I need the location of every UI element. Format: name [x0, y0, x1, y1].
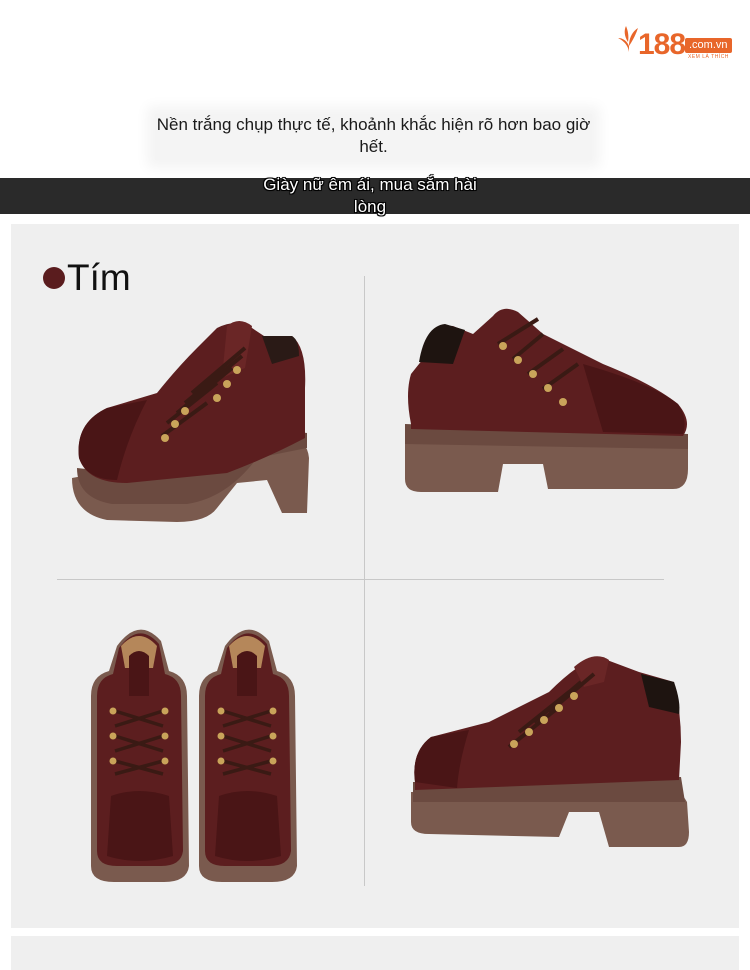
caption-photo-note: Nền trắng chụp thực tế, khoảnh khắc hiện…	[155, 114, 592, 160]
grid-divider-vertical	[364, 276, 365, 886]
color-variant-label: Tím	[43, 258, 131, 298]
next-section-strip	[11, 936, 739, 970]
product-gallery-panel: Tím	[11, 224, 739, 928]
grid-divider-horizontal	[57, 579, 664, 580]
shoe-image-front-pair[interactable]	[89, 616, 309, 886]
shoe-image-three-quarter-left[interactable]	[67, 308, 317, 538]
site-logo[interactable]: 188 .com.vn XEM LÀ THÍCH	[616, 22, 734, 70]
logo-number: 188	[638, 28, 686, 61]
shoe-image-three-quarter-right[interactable]	[409, 652, 691, 850]
caption-slogan: Giày nữ êm ái, mua sắm hài lòng	[263, 175, 477, 216]
color-name: Tím	[67, 257, 131, 298]
logo-tagline: XEM LÀ THÍCH	[688, 54, 729, 60]
shoe-image-side-right[interactable]	[403, 304, 693, 499]
color-swatch-dot	[43, 267, 65, 289]
logo-domain: .com.vn	[685, 38, 732, 53]
